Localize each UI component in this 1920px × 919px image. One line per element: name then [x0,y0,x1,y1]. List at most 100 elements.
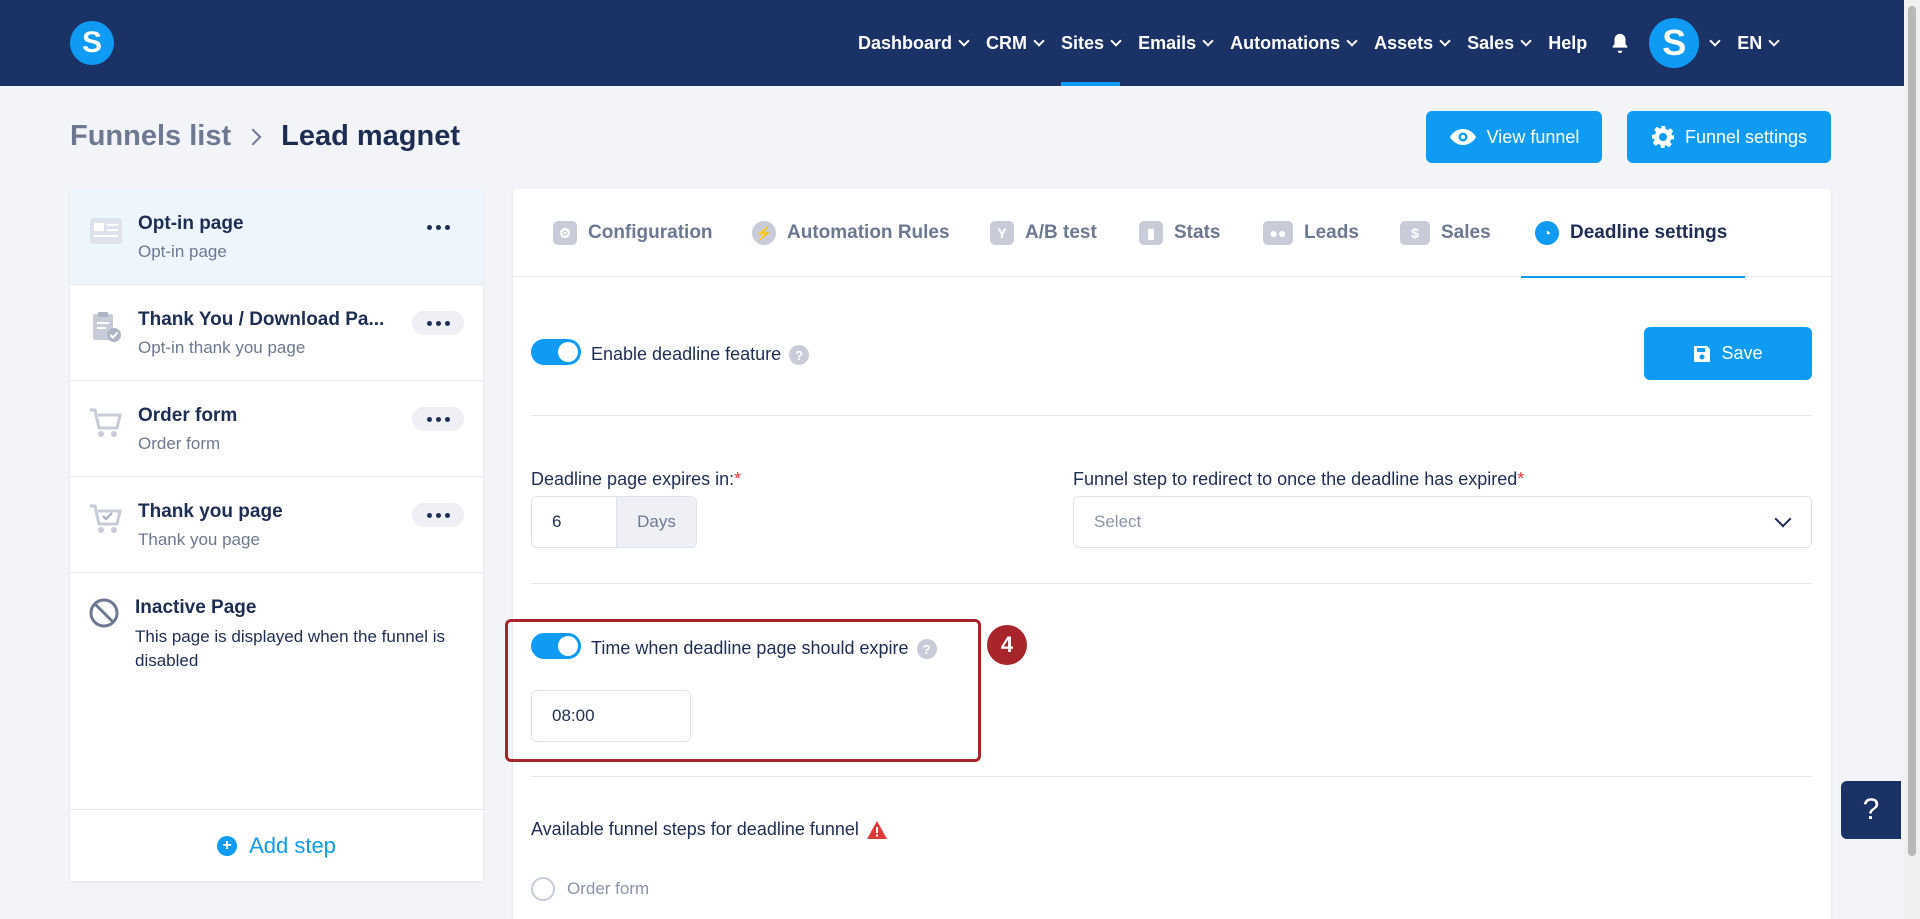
users-icon: ●● [1263,221,1293,245]
step-subtitle: Opt-in page [138,242,227,261]
ban-icon [89,598,119,628]
scrollbar-thumb[interactable] [1908,6,1916,856]
expires-label: Deadline page expires in:* [531,469,741,490]
tab-label: Automation Rules [787,222,950,243]
step-subtitle: Opt-in thank you page [138,338,306,357]
chevron-down-icon[interactable] [1709,34,1721,47]
step-title: Thank You / Download Pa... [138,309,385,330]
tab-configuration[interactable]: ⚙ Configuration [553,189,713,277]
redirect-step-select[interactable]: Select [1073,496,1812,548]
expires-input-group: Days [531,496,697,548]
help-widget-button[interactable]: ? [1841,781,1901,839]
chevron-down-icon [1520,34,1532,47]
step-item[interactable]: Thank You / Download Pa... Opt-in thank … [70,285,483,381]
tab-label: A/B test [1025,222,1097,243]
more-options-icon[interactable] [412,311,464,335]
expires-text: Deadline page expires in: [531,469,735,489]
tab-ab-test[interactable]: Y A/B test [990,189,1097,277]
bell-icon[interactable] [1609,32,1631,54]
nav-dashboard[interactable]: Dashboard [858,0,970,86]
chevron-down-icon [1439,34,1451,47]
nav-automations[interactable]: Automations [1230,0,1358,86]
cart-check-icon [90,504,122,533]
enable-deadline-toggle[interactable] [531,339,581,365]
step-title: Order form [138,405,238,426]
cart-icon [90,408,122,437]
add-step-label: Add step [249,832,336,858]
nav-assets[interactable]: Assets [1374,0,1451,86]
redirect-text: Funnel step to redirect to once the dead… [1073,469,1518,489]
more-options-icon[interactable] [412,215,464,239]
enable-deadline-text: Enable deadline feature [591,344,782,364]
page-scrollbar[interactable] [1904,0,1920,919]
chevron-right-icon [244,128,262,145]
step-title: Opt-in page [138,213,244,234]
funnel-settings-button[interactable]: Funnel settings [1627,111,1831,163]
nav-label: Help [1548,32,1588,53]
chevron-down-icon [958,34,970,47]
nav-label: Emails [1138,32,1197,53]
lightning-icon: ⚡ [752,221,776,245]
deadline-settings-panel: ⚙ Configuration ⚡ Automation Rules Y A/B te… [513,189,1831,919]
nav-crm[interactable]: CRM [986,0,1045,86]
funnel-tabs: ⚙ Configuration ⚡ Automation Rules Y A/B te… [513,189,1831,278]
redirect-label: Funnel step to redirect to once the dead… [1073,469,1524,490]
funnel-steps-sidebar: Opt-in page Opt-in page Thank You / Down… [70,189,483,881]
expires-days-input[interactable] [532,497,616,547]
clipboard-check-icon [93,312,121,342]
step-item[interactable]: Thank you page Thank you page [70,477,483,573]
enable-deadline-label: Enable deadline feature? [591,344,810,366]
inactive-page-title: Inactive Page [135,597,257,618]
chevron-down-icon [1202,34,1214,47]
divider [531,415,1812,416]
help-icon[interactable]: ? [789,345,810,366]
save-label: Save [1721,343,1763,363]
tab-automation-rules[interactable]: ⚡ Automation Rules [752,189,950,277]
tab-label: Deadline settings [1570,222,1728,243]
view-funnel-button[interactable]: View funnel [1426,111,1602,163]
nav-emails[interactable]: Emails [1138,0,1214,86]
nav-sales[interactable]: Sales [1467,0,1532,86]
nav-sites[interactable]: Sites [1061,0,1122,86]
divider [531,583,1812,584]
nav-help[interactable]: Help [1548,0,1587,86]
top-navbar: S Dashboard CRM Sites Emails Automations… [0,0,1920,86]
main-nav: Dashboard CRM Sites Emails Automations A… [858,0,1780,86]
annotation-step-badge: 4 [987,625,1027,665]
tab-stats[interactable]: ▮ Stats [1139,189,1220,277]
tab-label: Leads [1304,222,1359,243]
required-mark: * [1517,469,1525,489]
tab-leads[interactable]: ●● Leads [1263,189,1359,277]
save-button[interactable]: Save [1644,327,1812,380]
page-title: Lead magnet [281,120,461,152]
tab-sales[interactable]: $ Sales [1400,189,1491,277]
chevron-down-icon [1033,34,1045,47]
chevron-down-icon [1110,34,1122,47]
nav-label: Sites [1061,32,1105,53]
more-options-icon[interactable] [412,407,464,431]
sliders-icon: ⚙ [553,221,577,245]
breadcrumb: Funnels list Lead magnet [70,120,460,153]
language-selector[interactable]: EN [1737,0,1780,86]
redirect-placeholder: Select [1094,512,1142,531]
more-options-icon[interactable] [412,503,464,527]
warning-icon [866,821,887,840]
inactive-page-item[interactable]: Inactive Page This page is displayed whe… [70,573,483,803]
floppy-disk-icon [1694,345,1711,362]
add-step-button[interactable]: + Add step [70,809,483,881]
available-steps-text: Available funnel steps for deadline funn… [531,819,859,839]
user-avatar[interactable]: S [1649,18,1700,68]
page-layout-icon [90,218,122,244]
nav-label: Sales [1467,32,1515,53]
step-item[interactable]: Opt-in page Opt-in page [70,189,483,285]
step-title: Thank you page [138,501,283,522]
order-form-radio[interactable] [531,877,555,901]
breadcrumb-funnels-list[interactable]: Funnels list [70,120,231,153]
tab-label: Configuration [588,222,713,243]
nav-label: Dashboard [858,32,953,53]
tab-deadline-settings[interactable]: ◔ Deadline settings [1520,189,1746,278]
app-logo[interactable]: S [70,21,114,65]
annotation-highlight-box [505,619,981,762]
chevron-down-icon [1346,34,1358,47]
step-item[interactable]: Order form Order form [70,381,483,477]
